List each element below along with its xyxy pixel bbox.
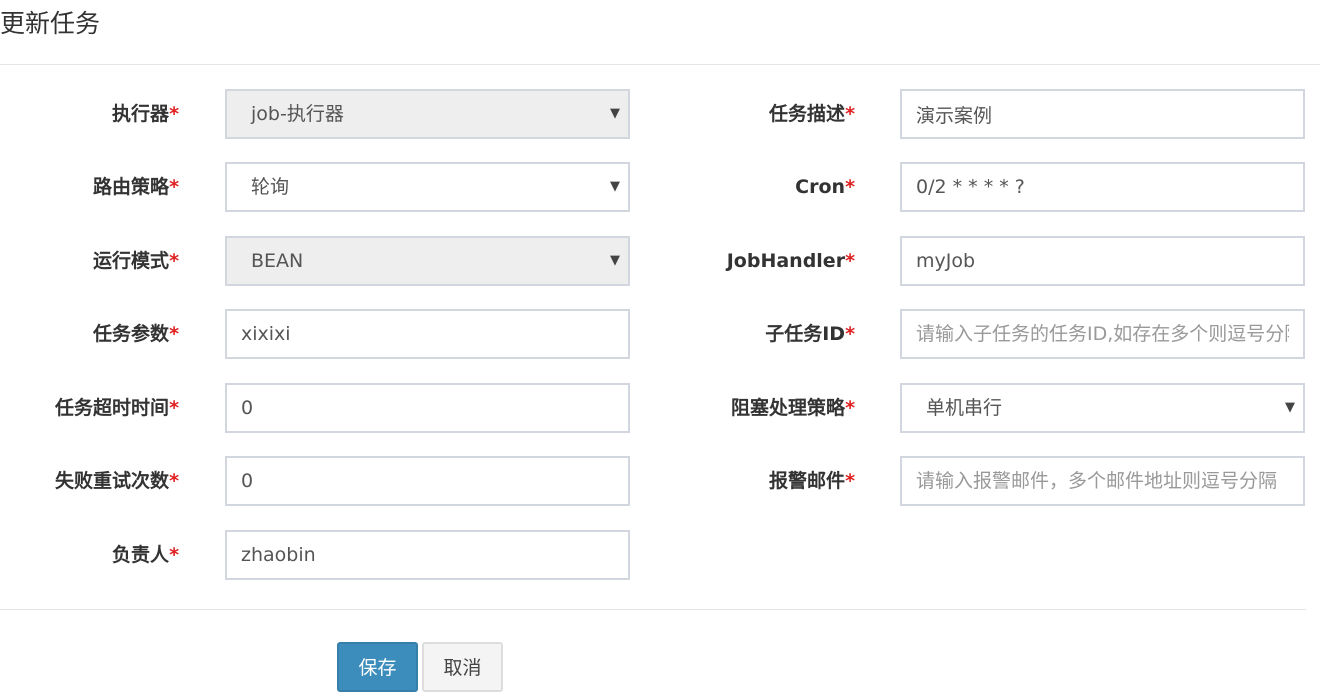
- label-task-params: 任务参数*: [93, 323, 179, 345]
- label-retry-count: 失败重试次数*: [55, 470, 179, 492]
- label-timeout: 任务超时时间*: [55, 397, 179, 419]
- label-executor: 执行器*: [112, 103, 179, 125]
- label-block-strategy: 阻塞处理策略*: [731, 397, 855, 419]
- label-route-strategy: 路由策略*: [93, 176, 179, 198]
- label-child-job-id: 子任务ID*: [765, 323, 855, 345]
- block-strategy-value: 单机串行: [926, 397, 1003, 419]
- timeout-input[interactable]: [225, 383, 630, 433]
- retry-count-input[interactable]: [225, 456, 630, 506]
- chevron-down-icon: ▼: [1285, 400, 1295, 415]
- header-divider: [0, 64, 1320, 65]
- page-title: 更新任务: [0, 9, 101, 38]
- label-cron: Cron*: [795, 176, 855, 198]
- executor-select-value: job-执行器: [251, 103, 344, 125]
- route-strategy-value: 轮询: [251, 176, 290, 198]
- label-task-desc: 任务描述*: [769, 103, 855, 125]
- block-strategy-select[interactable]: 单机串行 ▼: [900, 383, 1305, 433]
- run-mode-select: BEAN ▼: [225, 236, 630, 286]
- child-job-id-input[interactable]: [900, 309, 1305, 359]
- executor-select: job-执行器 ▼: [225, 89, 630, 139]
- cron-input[interactable]: [900, 162, 1305, 212]
- label-owner: 负责人*: [112, 544, 179, 566]
- task-desc-input[interactable]: [900, 89, 1305, 139]
- alarm-email-input[interactable]: [900, 456, 1305, 506]
- owner-input[interactable]: [225, 530, 630, 580]
- footer-divider: [0, 609, 1306, 610]
- label-alarm-email: 报警邮件*: [769, 470, 855, 492]
- label-run-mode: 运行模式*: [93, 250, 179, 272]
- run-mode-value: BEAN: [251, 250, 304, 272]
- cancel-button[interactable]: 取消: [422, 642, 503, 692]
- label-job-handler: JobHandler*: [726, 250, 855, 272]
- save-button[interactable]: 保存: [337, 642, 418, 692]
- route-strategy-select[interactable]: 轮询 ▼: [225, 162, 630, 212]
- job-handler-input[interactable]: [900, 236, 1305, 286]
- task-params-input[interactable]: [225, 309, 630, 359]
